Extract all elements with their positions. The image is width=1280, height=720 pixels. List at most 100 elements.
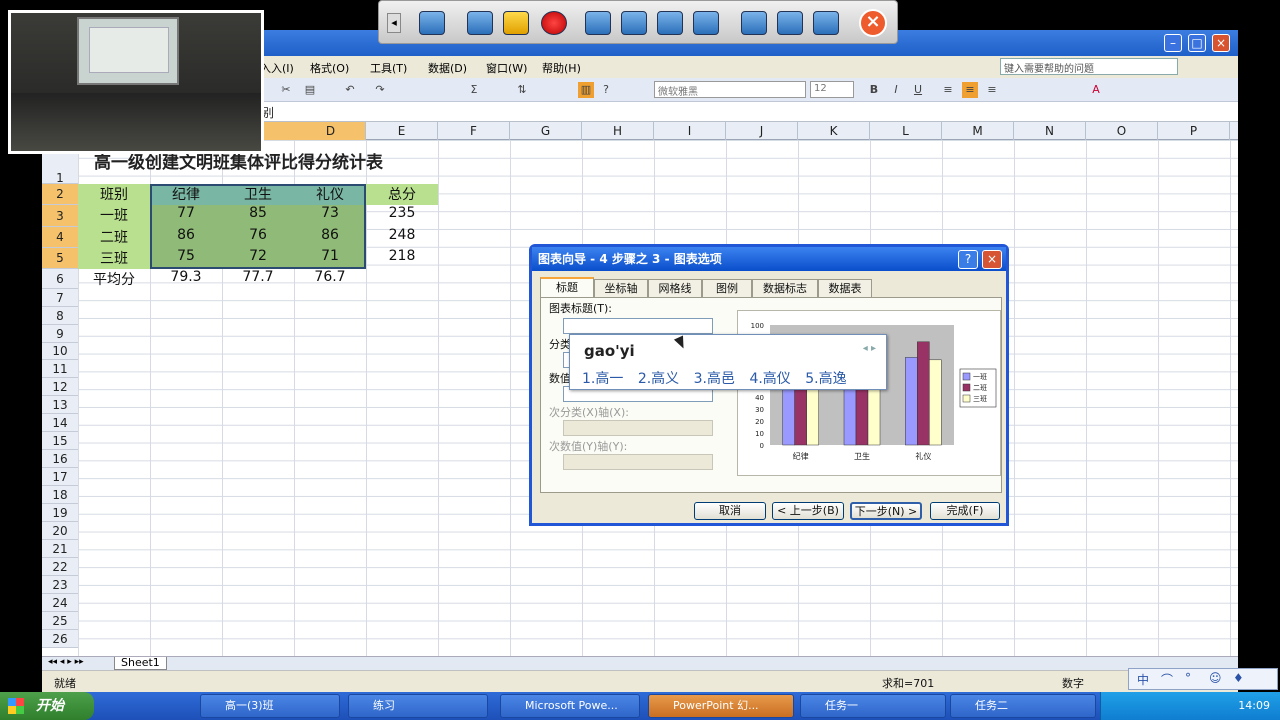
chart-title-input[interactable] — [563, 318, 713, 334]
underline-icon[interactable]: U — [910, 82, 926, 98]
row-header[interactable]: 21 — [42, 540, 78, 558]
ime-candidate[interactable]: 3.高邑 — [694, 371, 735, 387]
slide-icon[interactable] — [467, 11, 493, 35]
row-header[interactable]: 26 — [42, 630, 78, 648]
row-header[interactable]: 9 — [42, 325, 78, 343]
align-center-icon[interactable]: ≡ — [962, 82, 978, 98]
font-color-icon[interactable]: A — [1088, 82, 1104, 98]
ime-candidate[interactable]: 1.高一 — [582, 371, 623, 387]
menu-window[interactable]: 窗口(W) — [486, 60, 527, 76]
row-header[interactable]: 24 — [42, 594, 78, 612]
row-header[interactable]: 11 — [42, 360, 78, 378]
header-cell-class[interactable]: 班别 — [78, 184, 150, 205]
slide-icon[interactable] — [621, 11, 647, 35]
ime-candidate[interactable]: 4.高仪 — [749, 371, 790, 387]
paste-icon[interactable]: ▤ — [302, 82, 318, 98]
row-header[interactable]: 22 — [42, 558, 78, 576]
lang-smile-icon[interactable]: ☺ — [1209, 671, 1222, 685]
cell-total[interactable]: 235 — [366, 205, 438, 227]
row-header[interactable]: 5 — [42, 248, 78, 269]
row-header[interactable]: 20 — [42, 522, 78, 540]
menu-format[interactable]: 格式(O) — [310, 60, 349, 76]
cell-average-label[interactable]: 平均分 — [78, 269, 150, 289]
cancel-button[interactable]: 取消 — [694, 502, 766, 520]
tab-gridlines[interactable]: 网格线 — [648, 279, 702, 297]
column-header-e[interactable]: E — [366, 122, 438, 140]
row-header[interactable]: 6 — [42, 269, 78, 289]
menu-insert[interactable]: 入入(I) — [260, 60, 294, 76]
slide-icon[interactable] — [419, 11, 445, 35]
cell-total[interactable]: 248 — [366, 227, 438, 248]
slide-icon[interactable] — [585, 11, 611, 35]
font-size-select[interactable]: 12 — [810, 81, 854, 98]
slide-icon[interactable] — [777, 11, 803, 35]
row-header[interactable]: 12 — [42, 378, 78, 396]
column-header-o[interactable]: O — [1086, 122, 1158, 140]
task-folder[interactable]: 练习 — [348, 694, 488, 718]
ime-candidate[interactable]: 5.高逸 — [805, 371, 846, 387]
cell-class-2[interactable]: 二班 — [78, 227, 150, 248]
align-left-icon[interactable]: ≡ — [940, 82, 956, 98]
tab-legend[interactable]: 图例 — [702, 279, 752, 297]
row-header[interactable]: 2 — [42, 184, 78, 205]
undo-icon[interactable]: ↶ — [342, 82, 358, 98]
task-powerpoint[interactable]: Microsoft Powe... — [500, 694, 640, 718]
close-button[interactable]: × — [982, 250, 1002, 269]
sheet-tab[interactable]: Sheet1 — [114, 657, 167, 670]
menu-tools[interactable]: 工具(T) — [370, 60, 407, 76]
row-header[interactable]: 18 — [42, 486, 78, 504]
next-button[interactable]: 下一步(N) > — [850, 502, 922, 520]
task-excel[interactable]: 任务二 — [950, 694, 1096, 718]
italic-icon[interactable]: I — [888, 82, 904, 98]
cell-average[interactable]: 79.3 — [150, 269, 222, 289]
back-icon[interactable]: ◂ — [387, 13, 401, 33]
column-header-i[interactable]: I — [654, 122, 726, 140]
column-header-d[interactable]: D — [296, 122, 366, 140]
record-icon[interactable] — [541, 11, 567, 35]
row-header[interactable]: 4 — [42, 227, 78, 248]
slide-icon[interactable] — [693, 11, 719, 35]
ime-candidate[interactable]: 2.高义 — [638, 371, 679, 387]
column-header-j[interactable]: J — [726, 122, 798, 140]
maximize-button[interactable]: □ — [1188, 34, 1206, 52]
menu-data[interactable]: 数据(D) — [428, 60, 467, 76]
font-select[interactable]: 微软雅黑 — [654, 81, 806, 98]
row-header[interactable]: 7 — [42, 289, 78, 307]
tab-nav-icon[interactable]: ◂◂ ◂ ▸ ▸▸ — [48, 657, 84, 667]
help-icon[interactable]: ? — [598, 82, 614, 98]
finish-button[interactable]: 完成(F) — [930, 502, 1000, 520]
row-header[interactable]: 17 — [42, 468, 78, 486]
redo-icon[interactable]: ↷ — [372, 82, 388, 98]
row-header[interactable]: 8 — [42, 307, 78, 325]
slide-icon[interactable] — [657, 11, 683, 35]
tab-data-table[interactable]: 数据表 — [818, 279, 872, 297]
header-cell-total[interactable]: 总分 — [366, 184, 438, 205]
cell-average[interactable]: 76.7 — [294, 269, 366, 289]
column-header-n[interactable]: N — [1014, 122, 1086, 140]
task-excel[interactable]: 任务一 — [800, 694, 946, 718]
task-powerpoint-slideshow[interactable]: PowerPoint 幻... — [648, 694, 794, 718]
row-header[interactable]: 13 — [42, 396, 78, 414]
menu-help[interactable]: 帮助(H) — [542, 60, 581, 76]
sort-icon[interactable]: ⇅ — [514, 82, 530, 98]
align-right-icon[interactable]: ≡ — [984, 82, 1000, 98]
lang-menu-icon[interactable]: ♦ — [1233, 671, 1244, 685]
cell-class-1[interactable]: 一班 — [78, 205, 150, 227]
chart-wizard-icon[interactable]: ▥ — [578, 82, 594, 98]
column-header-m[interactable]: M — [942, 122, 1014, 140]
help-search-input[interactable]: 键入需要帮助的问题 — [1000, 58, 1178, 75]
slide-icon[interactable] — [741, 11, 767, 35]
task-folder[interactable]: 高一(3)班 — [200, 694, 340, 718]
column-header-h[interactable]: H — [582, 122, 654, 140]
lang-ime-icon[interactable]: 中 — [1137, 671, 1149, 688]
cell-total[interactable]: 218 — [366, 248, 438, 269]
back-button[interactable]: < 上一步(B) — [772, 502, 844, 520]
row-header[interactable]: 3 — [42, 205, 78, 227]
bold-icon[interactable]: B — [866, 82, 882, 98]
cut-icon[interactable]: ✂ — [278, 82, 294, 98]
tab-data-labels[interactable]: 数据标志 — [752, 279, 818, 297]
lang-punct-icon[interactable]: ° — [1185, 671, 1191, 685]
row-header[interactable]: 23 — [42, 576, 78, 594]
row-header[interactable]: 10 — [42, 343, 78, 360]
close-button[interactable]: × — [1212, 34, 1230, 52]
